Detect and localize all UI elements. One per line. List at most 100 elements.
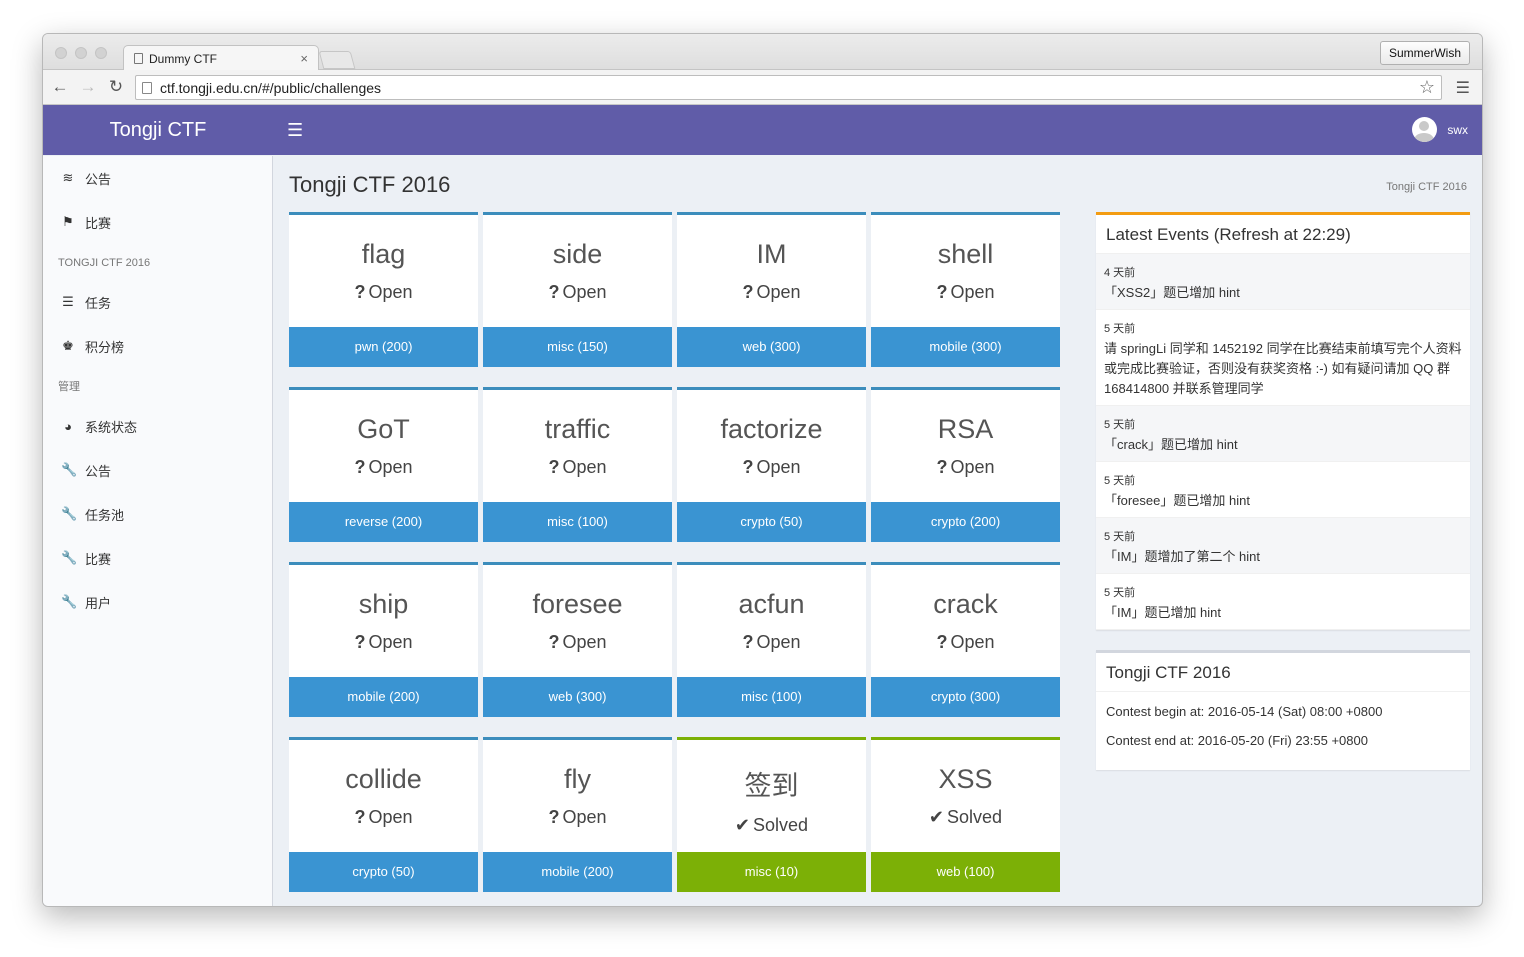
- sidebar-item-users[interactable]: 🔧 用户: [43, 580, 272, 624]
- challenge-category: mobile (300): [871, 327, 1060, 367]
- wrench-icon: 🔧: [61, 462, 78, 477]
- challenge-card[interactable]: crack ? Open crypto (300): [871, 562, 1060, 717]
- challenge-name: flag: [361, 239, 406, 269]
- sidebar-item-announcements[interactable]: ≋ 公告: [43, 156, 272, 200]
- browser-menu-icon[interactable]: ☰: [1456, 78, 1470, 98]
- profile-button[interactable]: SummerWish: [1379, 41, 1470, 65]
- reload-icon[interactable]: ↻: [105, 77, 127, 97]
- challenge-name: fly: [564, 764, 591, 794]
- challenge-card[interactable]: GoT ? Open reverse (200): [289, 387, 478, 542]
- sidebar-item-task-pool[interactable]: 🔧 任务池: [43, 492, 272, 536]
- minimize-window-button[interactable]: [75, 47, 87, 59]
- forward-arrow-icon[interactable]: →: [77, 77, 99, 97]
- challenge-status-label: Open: [756, 632, 801, 652]
- list-item: 5 天前 「foresee」题已增加 hint: [1096, 462, 1470, 518]
- challenge-category: crypto (300): [871, 677, 1060, 717]
- contest-title: Tongji CTF 2016: [1096, 653, 1470, 692]
- sidebar-item-contests[interactable]: ⚑ 比赛: [43, 200, 272, 244]
- maximize-window-button[interactable]: [95, 47, 107, 59]
- bookmark-star-icon[interactable]: ☆: [1419, 77, 1441, 98]
- event-text: 「IM」题已增加 hint: [1104, 605, 1222, 620]
- challenge-card[interactable]: factorize ? Open crypto (50): [677, 387, 866, 542]
- wrench-icon: 🔧: [61, 550, 78, 565]
- sidebar-item-system-status[interactable]: ◕ 系统状态: [43, 404, 272, 448]
- question-icon: ?: [548, 807, 560, 827]
- challenge-card[interactable]: 签到 ✔ Solved misc (10): [677, 737, 866, 892]
- challenge-status: ✔ Solved: [677, 815, 866, 836]
- page-title: Tongji CTF 2016: [289, 172, 451, 197]
- sidebar-item-label: 积分榜: [85, 339, 125, 355]
- content-wrapper: ≋ 公告 ⚑ 比赛 TONGJI CTF 2016 ☰ 任务 ♚ 积分榜 管理 …: [43, 156, 1482, 906]
- challenge-status: ? Open: [871, 457, 1060, 478]
- sidebar-item-label: 比赛: [85, 215, 112, 231]
- sidebar-item-tasks[interactable]: ☰ 任务: [43, 280, 272, 324]
- new-tab-button[interactable]: [318, 51, 356, 69]
- challenge-status-label: Open: [756, 282, 801, 302]
- challenge-card[interactable]: shell ? Open mobile (300): [871, 212, 1060, 367]
- app-header: Tongji CTF ☰ swx: [43, 105, 1482, 155]
- trophy-icon: ♚: [62, 338, 74, 353]
- contest-info-box: Tongji CTF 2016 Contest begin at: 2016-0…: [1096, 650, 1470, 770]
- sidebar-item-admin-contests[interactable]: 🔧 比赛: [43, 536, 272, 580]
- challenge-card[interactable]: flag ? Open pwn (200): [289, 212, 478, 367]
- challenge-status: ? Open: [483, 282, 672, 303]
- avatar: [1412, 117, 1438, 142]
- browser-toolbar: ← → ↻ ctf.tongji.edu.cn/#/public/challen…: [43, 70, 1482, 105]
- question-icon: ?: [354, 807, 366, 827]
- breadcrumb[interactable]: Tongji CTF 2016: [1386, 181, 1467, 193]
- sidebar-item-admin-announcements[interactable]: 🔧 公告: [43, 448, 272, 492]
- sidebar-toggle-icon[interactable]: ☰: [287, 120, 303, 141]
- close-window-button[interactable]: [55, 47, 67, 59]
- challenge-category: misc (10): [677, 852, 866, 892]
- address-bar[interactable]: ctf.tongji.edu.cn/#/public/challenges ☆: [135, 75, 1442, 100]
- main-content: Tongji CTF 2016 Tongji CTF 2016 flag ? Op…: [274, 156, 1482, 906]
- event-time: 5 天前: [1104, 475, 1136, 487]
- question-icon: ?: [936, 632, 948, 652]
- url-text[interactable]: ctf.tongji.edu.cn/#/public/challenges: [160, 80, 1419, 96]
- challenge-category: crypto (50): [289, 852, 478, 892]
- challenge-card[interactable]: side ? Open misc (150): [483, 212, 672, 367]
- challenge-card[interactable]: foresee ? Open web (300): [483, 562, 672, 717]
- challenge-name: XSS: [938, 764, 993, 794]
- question-icon: ?: [548, 457, 560, 477]
- sidebar-item-label: 任务: [85, 295, 112, 311]
- event-text: 「foresee」题已增加 hint: [1104, 493, 1250, 508]
- challenge-card[interactable]: traffic ? Open misc (100): [483, 387, 672, 542]
- window-controls: [55, 47, 107, 59]
- challenge-card[interactable]: XSS ✔ Solved web (100): [871, 737, 1060, 892]
- list-item: 5 天前 「crack」题已增加 hint: [1096, 406, 1470, 462]
- event-time: 5 天前: [1104, 587, 1136, 599]
- user-menu[interactable]: swx: [1412, 117, 1468, 142]
- document-icon: [134, 53, 143, 64]
- list-icon: ☰: [62, 294, 74, 309]
- checkmark-icon: ✔: [928, 807, 945, 827]
- event-time: 5 天前: [1104, 419, 1136, 431]
- back-arrow-icon[interactable]: ←: [49, 77, 71, 97]
- challenge-status-label: Open: [368, 632, 413, 652]
- challenge-name: GoT: [357, 414, 410, 444]
- event-time: 5 天前: [1104, 531, 1136, 543]
- challenge-category: misc (100): [677, 677, 866, 717]
- wrench-icon: 🔧: [61, 594, 78, 609]
- challenge-card[interactable]: fly ? Open mobile (200): [483, 737, 672, 892]
- challenge-card[interactable]: collide ? Open crypto (50): [289, 737, 478, 892]
- challenge-card[interactable]: IM ? Open web (300): [677, 212, 866, 367]
- challenge-status: ? Open: [483, 807, 672, 828]
- question-icon: ?: [742, 632, 754, 652]
- challenge-status: ? Open: [483, 632, 672, 653]
- challenge-name: collide: [345, 764, 422, 794]
- sidebar-item-scoreboard[interactable]: ♚ 积分榜: [43, 324, 272, 368]
- challenge-card[interactable]: ship ? Open mobile (200): [289, 562, 478, 717]
- app-logo[interactable]: Tongji CTF: [43, 119, 273, 142]
- list-item: 5 天前 「IM」题已增加 hint: [1096, 574, 1470, 630]
- tab-close-icon[interactable]: ×: [300, 51, 308, 66]
- challenge-card[interactable]: acfun ? Open misc (100): [677, 562, 866, 717]
- question-icon: ?: [742, 282, 754, 302]
- challenge-status: ? Open: [289, 457, 478, 478]
- challenge-status-label: Solved: [947, 807, 1003, 827]
- tab-title: Dummy CTF: [149, 51, 217, 66]
- challenge-status-label: Open: [562, 807, 607, 827]
- challenge-card[interactable]: RSA ? Open crypto (200): [871, 387, 1060, 542]
- challenge-grid: flag ? Open pwn (200) side ? Open misc (15…: [289, 212, 1066, 892]
- browser-tab[interactable]: Dummy CTF ×: [123, 45, 319, 71]
